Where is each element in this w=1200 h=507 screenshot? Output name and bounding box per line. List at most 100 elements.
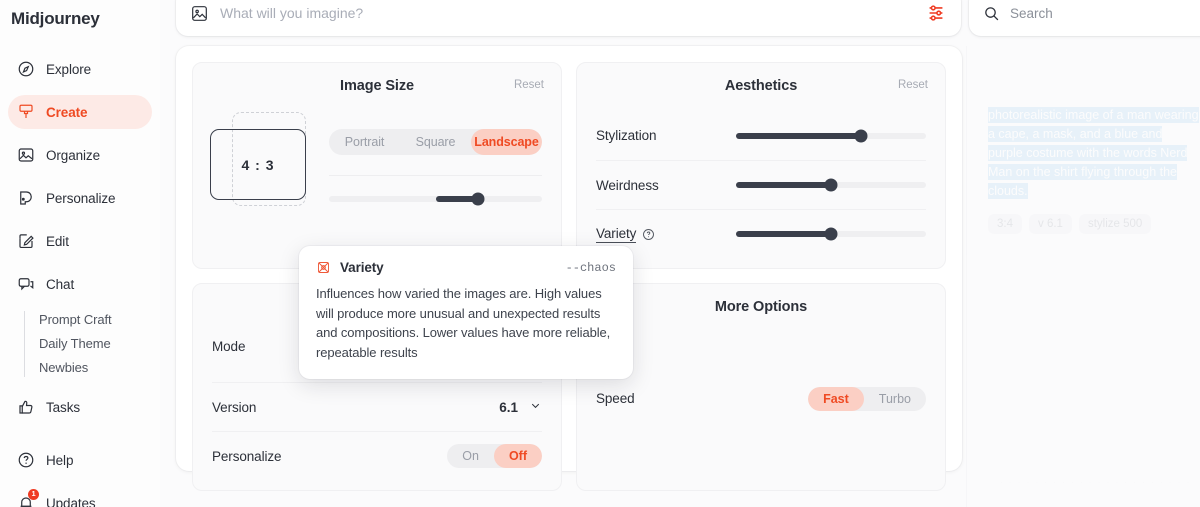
image-size-body: 4 : 3 Portrait Square Landscape xyxy=(210,112,542,210)
brand-title: Midjourney xyxy=(11,9,100,28)
aesthetics-label: Weirdness xyxy=(596,178,736,193)
aesthetics-label-text: Weirdness xyxy=(596,177,659,193)
sidebar-item-tasks[interactable]: Tasks xyxy=(8,390,152,424)
prompt-input[interactable] xyxy=(220,5,925,21)
sidebar-item-label: Updates xyxy=(46,495,96,507)
sidebar-item-organize[interactable]: Organize xyxy=(8,138,152,172)
stylization-slider-fill xyxy=(736,132,862,139)
tooltip-parameter: --chaos xyxy=(565,260,616,275)
sidebar-nav: Explore Create Organize Personalize Edit… xyxy=(0,52,160,507)
sidebar-item-label: Help xyxy=(46,452,74,468)
search-icon xyxy=(983,5,1000,22)
sidebar-subitem-daily-theme[interactable]: Daily Theme xyxy=(39,332,160,356)
orientation-landscape-button[interactable]: Landscape xyxy=(471,129,542,155)
paintbrush-icon xyxy=(16,103,35,122)
orientation-square-button[interactable]: Square xyxy=(400,129,471,155)
aesthetics-reset-button[interactable]: Reset xyxy=(898,79,928,91)
orientation-segmented-control: Portrait Square Landscape xyxy=(329,129,542,155)
chat-bubbles-icon xyxy=(16,275,35,294)
compass-icon xyxy=(16,60,35,79)
aesthetics-panel: Aesthetics Reset Stylization Weirdness V… xyxy=(576,62,946,269)
sidebar-item-updates[interactable]: 1 Updates xyxy=(8,486,152,507)
sidebar: Midjourney Explore Create Organize Perso… xyxy=(0,0,160,507)
bell-icon: 1 xyxy=(16,488,39,507)
sidebar-item-label: Organize xyxy=(46,147,100,163)
sidebar-subitem-newbies[interactable]: Newbies xyxy=(39,356,160,380)
sidebar-item-help[interactable]: Help xyxy=(8,443,152,477)
image-icon xyxy=(16,146,35,165)
sliders-icon[interactable] xyxy=(925,2,947,24)
background-result-panel: photorealistic image of a man wearing a … xyxy=(960,46,1200,507)
divider xyxy=(329,175,542,176)
sidebar-item-label: Personalize xyxy=(46,190,116,206)
palette-icon xyxy=(16,189,35,208)
help-circle-icon[interactable] xyxy=(642,228,655,241)
background-tag: v 6.1 xyxy=(1029,214,1072,234)
sidebar-item-edit[interactable]: Edit xyxy=(8,224,152,258)
aesthetics-row-weirdness: Weirdness xyxy=(596,160,926,209)
version-dropdown[interactable]: 6.1 xyxy=(499,399,542,415)
sidebar-item-label: Tasks xyxy=(46,399,81,415)
image-size-reset-button[interactable]: Reset xyxy=(514,79,544,91)
speed-fast-button[interactable]: Fast xyxy=(808,386,864,411)
stylization-slider-knob[interactable] xyxy=(854,129,868,142)
weirdness-slider-knob[interactable] xyxy=(824,178,838,192)
aesthetics-label-text: Stylization xyxy=(596,128,657,143)
variety-tooltip: Variety --chaos Influences how varied th… xyxy=(299,246,633,379)
version-value: 6.1 xyxy=(499,399,518,415)
aesthetics-row-stylization: Stylization xyxy=(596,111,926,160)
sidebar-item-label: Edit xyxy=(46,233,69,249)
sidebar-item-personalize[interactable]: Personalize xyxy=(8,181,152,215)
image-size-slider-knob[interactable] xyxy=(471,192,485,206)
tooltip-header: Variety --chaos xyxy=(316,260,616,275)
aesthetics-label[interactable]: Variety xyxy=(596,226,736,243)
speed-turbo-button[interactable]: Turbo xyxy=(864,387,926,411)
sidebar-subitem-prompt-craft[interactable]: Prompt Craft xyxy=(39,308,160,332)
stylization-slider[interactable] xyxy=(736,129,926,142)
search-input[interactable] xyxy=(1010,5,1200,21)
model-row-label: Version xyxy=(212,399,257,415)
orientation-portrait-button[interactable]: Portrait xyxy=(329,129,400,155)
panel-title: More Options xyxy=(714,299,808,315)
background-footer-text: · · · · · · · · · · · · · · · · · · · · … xyxy=(1000,478,1192,487)
prompt-bar[interactable] xyxy=(176,0,961,36)
chevron-down-icon[interactable] xyxy=(529,399,542,415)
sidebar-item-label: Create xyxy=(46,104,88,120)
tooltip-body: Influences how varied the images are. Hi… xyxy=(316,286,611,360)
weirdness-slider-fill xyxy=(736,182,831,188)
weirdness-slider[interactable] xyxy=(736,178,926,192)
personalize-on-button[interactable]: On xyxy=(447,444,494,468)
search-bar[interactable] xyxy=(969,0,1200,36)
personalize-toggle: On Off xyxy=(447,444,542,468)
image-size-slider[interactable] xyxy=(329,192,542,206)
image-icon[interactable] xyxy=(190,4,209,23)
top-bar xyxy=(176,0,1200,36)
aesthetics-rows: Stylization Weirdness Variety xyxy=(596,111,926,258)
updates-badge: 1 xyxy=(28,488,39,500)
app-root: Midjourney Explore Create Organize Perso… xyxy=(0,0,1200,507)
panel-title: Image Size xyxy=(340,78,414,94)
sidebar-item-explore[interactable]: Explore xyxy=(8,52,152,86)
aspect-ratio-value: 4 : 3 xyxy=(210,129,306,200)
image-size-panel: Image Size Reset 4 : 3 Portrait Square L… xyxy=(192,62,562,269)
speed-toggle: Fast Turbo xyxy=(808,386,926,411)
sidebar-item-label: Chat xyxy=(46,276,75,292)
personalize-off-button[interactable]: Off xyxy=(493,444,542,468)
background-tag-list: 3:4 v 6.1 stylize 500 xyxy=(988,214,1200,234)
sidebar-item-chat[interactable]: Chat xyxy=(8,267,152,301)
sidebar-item-create[interactable]: Create xyxy=(8,95,152,129)
background-tag: 3:4 xyxy=(988,214,1022,234)
aesthetics-label-text: Variety xyxy=(596,225,637,243)
more-options-row-speed: Speed Fast Turbo xyxy=(596,374,926,423)
aesthetics-row-variety: Variety xyxy=(596,209,926,258)
thumbs-up-icon xyxy=(16,398,35,417)
variety-slider-knob[interactable] xyxy=(824,227,838,241)
image-size-controls: Portrait Square Landscape xyxy=(312,112,542,206)
variety-icon xyxy=(316,260,331,275)
variety-slider[interactable] xyxy=(736,227,926,241)
background-tag: stylize 500 xyxy=(1078,214,1152,234)
aspect-ratio-preview: 4 : 3 xyxy=(210,112,312,210)
edit-square-icon xyxy=(16,232,35,251)
